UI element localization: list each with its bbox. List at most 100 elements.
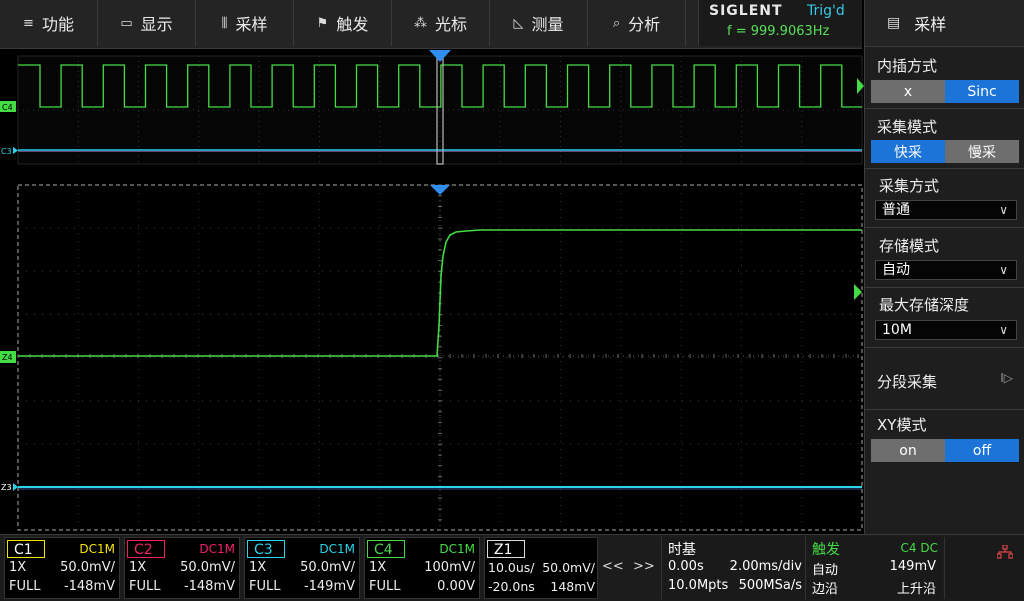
menu-label: 测量 bbox=[531, 15, 564, 34]
brand-logo: SIGLENT bbox=[709, 3, 783, 19]
menu-list-icon: ▤ bbox=[887, 15, 901, 31]
chevron-down-icon: ∨ bbox=[999, 203, 1008, 217]
z3-ground-marker[interactable]: Z3 bbox=[1, 483, 18, 492]
acq-type-section[interactable]: 采集方式 普通 ∨ bbox=[865, 169, 1024, 228]
waveform-display[interactable]: C4 C3 Z4 Z3 bbox=[0, 48, 864, 534]
acq-type-value: 普通 bbox=[882, 202, 910, 218]
scroll-left-button[interactable]: << bbox=[602, 559, 624, 574]
zoom-z1-box[interactable]: Z1 10.0us/ 50.0mV/ -20.0ns 148mV bbox=[484, 537, 598, 599]
zoom-z1-tag: Z1 bbox=[487, 540, 525, 558]
acq-mode-label: 采集模式 bbox=[877, 118, 938, 136]
network-status-box[interactable] bbox=[944, 537, 1023, 599]
channel-c2-scale: 50.0mV/ bbox=[180, 560, 235, 575]
zoom-volt-scale: 50.0mV/ bbox=[542, 560, 595, 575]
acquire-menu-panel: ▤ 采样 内插方式 x Sinc 采集模式 快采 慢采 采集方式 普通 ∨ 存储模… bbox=[864, 0, 1024, 534]
channel-c3-coupling: DC1M bbox=[319, 542, 355, 556]
c4-marker-label: C4 bbox=[2, 103, 13, 112]
trigger-type: 边沿 bbox=[812, 582, 839, 597]
chevron-down-icon: ∨ bbox=[999, 323, 1008, 337]
display-icon: ▭ bbox=[120, 15, 133, 31]
channel-c3-tag: C3 bbox=[247, 540, 285, 558]
channel-c2-probe: 1X bbox=[129, 560, 147, 575]
trigger-mode: 自动 bbox=[812, 563, 839, 578]
channel-c2-box[interactable]: C2 DC1M 1X 50.0mV/ FULL -148mV bbox=[124, 537, 240, 599]
sample-rate: 500MSa/s bbox=[738, 578, 802, 593]
panel-header: ▤ 采样 bbox=[865, 0, 1024, 47]
z4-ground-marker[interactable]: Z4 bbox=[0, 351, 16, 363]
timebase-title: 时基 bbox=[668, 542, 696, 558]
segmented-label: 分段采集 bbox=[877, 373, 938, 391]
xy-off-option[interactable]: off bbox=[945, 439, 1019, 462]
channel-c4-offset: 0.00V bbox=[437, 579, 475, 594]
trigger-box[interactable]: 触发 C4 DC 自动 149mV 边沿 上升沿 bbox=[805, 537, 942, 599]
channel-c3-scale: 50.0mV/ bbox=[300, 560, 355, 575]
interp-section: 内插方式 x Sinc bbox=[865, 47, 1024, 109]
zoom-offset: 148mV bbox=[550, 579, 595, 594]
xy-on-option[interactable]: on bbox=[871, 439, 945, 462]
segmented-section[interactable]: 分段采集 I▷ bbox=[865, 348, 1024, 410]
acq-type-dropdown[interactable]: 普通 ∨ bbox=[875, 200, 1017, 220]
function-icon: ≡ bbox=[23, 15, 34, 31]
channel-c1-scale: 50.0mV/ bbox=[60, 560, 115, 575]
menu-acquire[interactable]: ⫼ 采样 bbox=[196, 0, 294, 46]
submenu-arrow-icon: I▷ bbox=[1000, 371, 1013, 385]
cursor-icon: ⁂ bbox=[413, 15, 427, 31]
menu-label: 采样 bbox=[235, 15, 268, 34]
channel-c3-box[interactable]: C3 DC1M 1X 50.0mV/ FULL -149mV bbox=[244, 537, 360, 599]
z3-marker-label: Z3 bbox=[1, 483, 12, 492]
channel-c3-probe: 1X bbox=[249, 560, 267, 575]
mem-mode-dropdown[interactable]: 自动 ∨ bbox=[875, 260, 1017, 280]
channel-c2-offset: -148mV bbox=[183, 579, 235, 594]
scroll-right-button[interactable]: >> bbox=[633, 559, 655, 574]
menu-display[interactable]: ▭ 显示 bbox=[98, 0, 196, 46]
bottom-status-bar: C1 DC1M 1X 50.0mV/ FULL -148mV C2 DC1M 1… bbox=[0, 534, 1024, 601]
mem-mode-section[interactable]: 存储模式 自动 ∨ bbox=[865, 228, 1024, 288]
c3-marker-label: C3 bbox=[1, 147, 12, 156]
z3-arrow-icon bbox=[13, 483, 18, 491]
channel-c1-bw: FULL bbox=[9, 579, 41, 594]
top-menu-bar: ≡ 功能 ▭ 显示 ⫼ 采样 ⚑ 触发 ⁂ 光标 ◺ 测量 ⌕ 分析 SIGLENT Trig… bbox=[0, 0, 862, 49]
menu-analyze[interactable]: ⌕ 分析 bbox=[588, 0, 686, 46]
channel-c4-probe: 1X bbox=[369, 560, 387, 575]
trigger-level: 149mV bbox=[889, 559, 936, 574]
interp-x-option[interactable]: x bbox=[871, 80, 945, 103]
channel-c4-tag: C4 bbox=[367, 540, 405, 558]
channel-c1-box[interactable]: C1 DC1M 1X 50.0mV/ FULL -148mV bbox=[4, 537, 120, 599]
acq-mode-toggle: 快采 慢采 bbox=[871, 140, 1019, 163]
xy-section: XY模式 on off bbox=[865, 410, 1024, 470]
menu-label: 功能 bbox=[41, 15, 74, 34]
trigger-status: Trig'd bbox=[807, 3, 845, 19]
max-depth-section[interactable]: 最大存储深度 10M ∨ bbox=[865, 288, 1024, 348]
menu-cursor[interactable]: ⁂ 光标 bbox=[392, 0, 490, 46]
menu-label: 触发 bbox=[336, 15, 369, 34]
channel-c3-offset: -149mV bbox=[303, 579, 355, 594]
acq-fast-option[interactable]: 快采 bbox=[871, 140, 945, 163]
c3-arrow-icon bbox=[13, 147, 18, 154]
acq-mode-section: 采集模式 快采 慢采 bbox=[865, 109, 1024, 169]
trigger-slope: 上升沿 bbox=[896, 582, 936, 597]
timebase-box[interactable]: 时基 0.00s 2.00ms/div 10.0Mpts 500MSa/s bbox=[661, 537, 804, 599]
xy-toggle: on off bbox=[871, 439, 1019, 462]
max-depth-value: 10M bbox=[882, 322, 912, 338]
max-depth-label: 最大存储深度 bbox=[879, 296, 970, 314]
acq-slow-option[interactable]: 慢采 bbox=[945, 140, 1019, 163]
interp-sinc-option[interactable]: Sinc bbox=[945, 80, 1019, 103]
memory-depth: 10.0Mpts bbox=[668, 578, 729, 593]
overview-window bbox=[17, 55, 863, 165]
channel-c2-tag: C2 bbox=[127, 540, 165, 558]
menu-label: 光标 bbox=[434, 15, 467, 34]
channel-c4-coupling: DC1M bbox=[439, 542, 475, 556]
acquire-icon: ⫼ bbox=[221, 15, 228, 31]
channel-c2-bw: FULL bbox=[129, 579, 161, 594]
menu-trigger[interactable]: ⚑ 触发 bbox=[294, 0, 392, 46]
chevron-down-icon: ∨ bbox=[999, 263, 1008, 277]
c4-ground-marker[interactable]: C4 bbox=[0, 101, 16, 112]
menu-function[interactable]: ≡ 功能 bbox=[0, 0, 98, 46]
c3-ground-marker[interactable]: C3 bbox=[1, 147, 18, 156]
max-depth-dropdown[interactable]: 10M ∨ bbox=[875, 320, 1017, 340]
frequency-readout: f = 999.9063Hz bbox=[727, 24, 830, 39]
channel-c4-box[interactable]: C4 DC1M 1X 100mV/ FULL 0.00V bbox=[364, 537, 480, 599]
channel-c4-scale: 100mV/ bbox=[424, 560, 475, 575]
menu-measure[interactable]: ◺ 测量 bbox=[490, 0, 588, 46]
trigger-title: 触发 bbox=[812, 542, 840, 558]
